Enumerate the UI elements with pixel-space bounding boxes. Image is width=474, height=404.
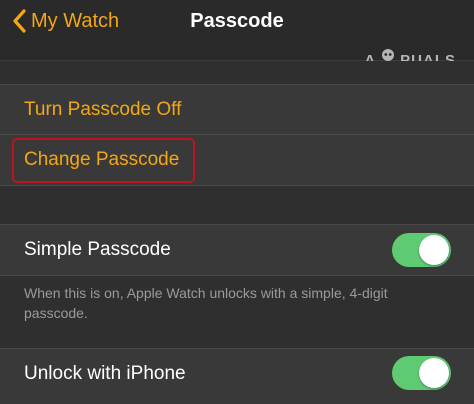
- unlock-with-iphone-label: Unlock with iPhone: [24, 363, 186, 384]
- section-spacer: [0, 61, 474, 84]
- unlock-with-iphone-row: Unlock with iPhone: [0, 349, 474, 404]
- simple-passcode-toggle[interactable]: [392, 233, 451, 267]
- simple-passcode-footer: When this is on, Apple Watch unlocks wit…: [24, 285, 388, 321]
- highlight-annotation: [12, 138, 195, 183]
- page-title: Passcode: [190, 10, 284, 32]
- unlock-with-iphone-toggle[interactable]: [392, 356, 451, 390]
- simple-passcode-row: Simple Passcode: [0, 225, 474, 275]
- turn-passcode-off-label: Turn Passcode Off: [24, 99, 182, 120]
- toggle-knob: [419, 358, 449, 388]
- simple-passcode-label: Simple Passcode: [24, 239, 171, 260]
- separator: [0, 275, 474, 276]
- toggle-knob: [419, 235, 449, 265]
- section-spacer: [0, 186, 474, 224]
- turn-passcode-off-row[interactable]: Turn Passcode Off: [0, 85, 474, 135]
